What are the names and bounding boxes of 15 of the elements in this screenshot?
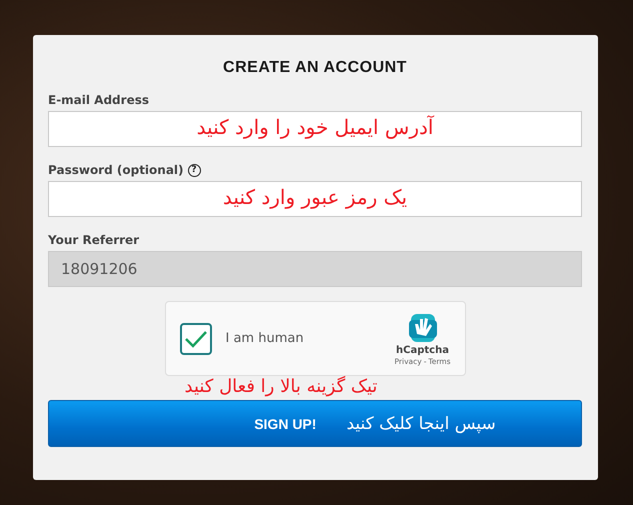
field-label: E-mail Address: [48, 93, 149, 107]
check-icon: [184, 328, 208, 348]
captcha-brand: hCaptcha: [396, 344, 449, 356]
annotation-text: یک رمز عبور وارد کنید: [222, 185, 408, 209]
captcha-checkbox[interactable]: [180, 322, 212, 354]
input-field[interactable]: یک رمز عبور وارد کنید: [48, 181, 582, 217]
input-field[interactable]: آدرس ایمیل خود را وارد کنید: [48, 111, 582, 147]
form-title: CREATE AN ACCOUNT: [222, 59, 408, 77]
hand-logo-icon: [406, 312, 439, 344]
annotation-text: آدرس ایمیل خود را وارد کنید: [196, 115, 436, 139]
annotation-text: تیک گزینه بالا را فعال کنید: [184, 376, 378, 398]
help-icon[interactable]: ?: [188, 164, 201, 176]
field-label: Your Referrer: [48, 233, 140, 247]
captcha-label: I am human: [226, 331, 305, 346]
field-label: Password (optional): [48, 163, 184, 177]
